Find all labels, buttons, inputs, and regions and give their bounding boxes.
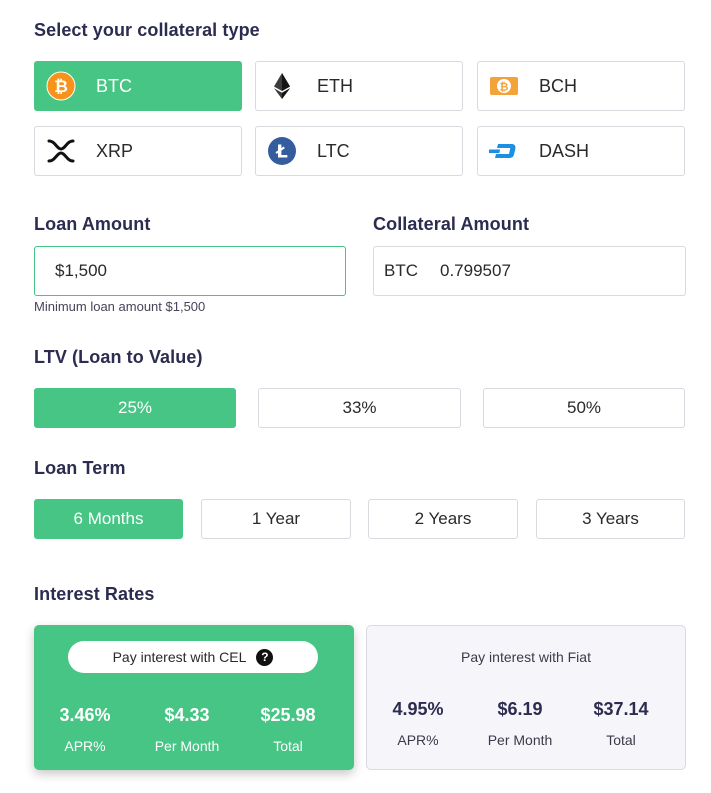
coin-btc-button[interactable]: ₿ BTC xyxy=(34,61,242,111)
pay-with-cel-pill[interactable]: Pay interest with CEL ? xyxy=(68,641,318,673)
collateral-amount-input[interactable] xyxy=(440,261,685,281)
loan-term-title: Loan Term xyxy=(34,458,126,478)
cel-apr-label: APR% xyxy=(64,738,106,754)
coin-dash-button[interactable]: DASH xyxy=(477,126,685,176)
ltv-option-33[interactable]: 33% xyxy=(258,388,461,428)
coin-label: XRP xyxy=(96,140,134,161)
pay-with-cel-card[interactable]: Pay interest with CEL ? 3.46% APR% $4.33… xyxy=(34,625,354,770)
coin-label: ETH xyxy=(317,75,353,96)
term-option-1-year[interactable]: 1 Year xyxy=(201,499,351,539)
collateral-amount-field[interactable]: BTC xyxy=(373,246,686,296)
cel-apr-stat: 3.46% APR% xyxy=(30,705,140,754)
help-icon[interactable]: ? xyxy=(256,648,274,666)
ethereum-icon xyxy=(267,71,297,101)
bitcoin-icon: ₿ xyxy=(46,71,76,101)
dash-icon xyxy=(489,136,519,166)
coin-label: BCH xyxy=(539,75,578,96)
svg-text:₿: ₿ xyxy=(500,81,509,94)
fiat-total-stat: $37.14 Total xyxy=(566,699,676,748)
coin-bch-button[interactable]: ₿ BCH xyxy=(477,61,685,111)
cel-monthly-label: Per Month xyxy=(154,738,220,754)
cel-monthly-stat: $4.33 Per Month xyxy=(132,705,242,754)
term-option-2-years[interactable]: 2 Years xyxy=(368,499,518,539)
loan-amount-input[interactable] xyxy=(55,261,345,281)
fiat-apr-label: APR% xyxy=(397,732,439,748)
coin-eth-button[interactable]: ETH xyxy=(255,61,463,111)
bitcoin-cash-icon: ₿ xyxy=(489,71,519,101)
interest-rates-title: Interest Rates xyxy=(34,584,155,604)
ltv-option-25[interactable]: 25% xyxy=(34,388,236,428)
coin-label: DASH xyxy=(539,140,590,161)
fiat-apr-value: 4.95% xyxy=(392,699,444,719)
coin-label: LTC xyxy=(317,140,350,161)
fiat-total-label: Total xyxy=(606,732,636,748)
loan-amount-field[interactable] xyxy=(34,246,346,296)
pay-with-fiat-card[interactable]: Pay interest with Fiat 4.95% APR% $6.19 … xyxy=(366,625,686,770)
svg-text:Ł: Ł xyxy=(275,142,288,163)
ripple-icon xyxy=(46,136,76,166)
fiat-monthly-value: $6.19 xyxy=(497,699,543,719)
litecoin-icon: Ł xyxy=(267,136,297,166)
loan-amount-title: Loan Amount xyxy=(34,214,151,234)
term-option-3-years[interactable]: 3 Years xyxy=(536,499,685,539)
collateral-amount-title: Collateral Amount xyxy=(373,214,530,234)
collateral-currency: BTC xyxy=(384,261,418,280)
pay-with-fiat-label: Pay interest with Fiat xyxy=(461,649,591,665)
pay-with-cel-label: Pay interest with CEL xyxy=(112,649,247,665)
fiat-monthly-label: Per Month xyxy=(487,732,553,748)
cel-total-value: $25.98 xyxy=(260,705,316,725)
collateral-title: Select your collateral type xyxy=(34,20,260,40)
ltv-title: LTV (Loan to Value) xyxy=(34,347,203,367)
coin-label: BTC xyxy=(96,75,132,96)
fiat-monthly-stat: $6.19 Per Month xyxy=(465,699,575,748)
fiat-total-value: $37.14 xyxy=(593,699,649,719)
fiat-apr-stat: 4.95% APR% xyxy=(363,699,473,748)
coin-ltc-button[interactable]: Ł LTC xyxy=(255,126,463,176)
coin-xrp-button[interactable]: XRP xyxy=(34,126,242,176)
loan-amount-hint: Minimum loan amount $1,500 xyxy=(34,299,206,314)
term-option-6-months[interactable]: 6 Months xyxy=(34,499,183,539)
cel-total-label: Total xyxy=(273,738,303,754)
svg-text:₿: ₿ xyxy=(54,77,68,97)
cel-apr-value: 3.46% xyxy=(59,705,111,725)
cel-total-stat: $25.98 Total xyxy=(233,705,343,754)
cel-monthly-value: $4.33 xyxy=(164,705,210,725)
ltv-option-50[interactable]: 50% xyxy=(483,388,685,428)
